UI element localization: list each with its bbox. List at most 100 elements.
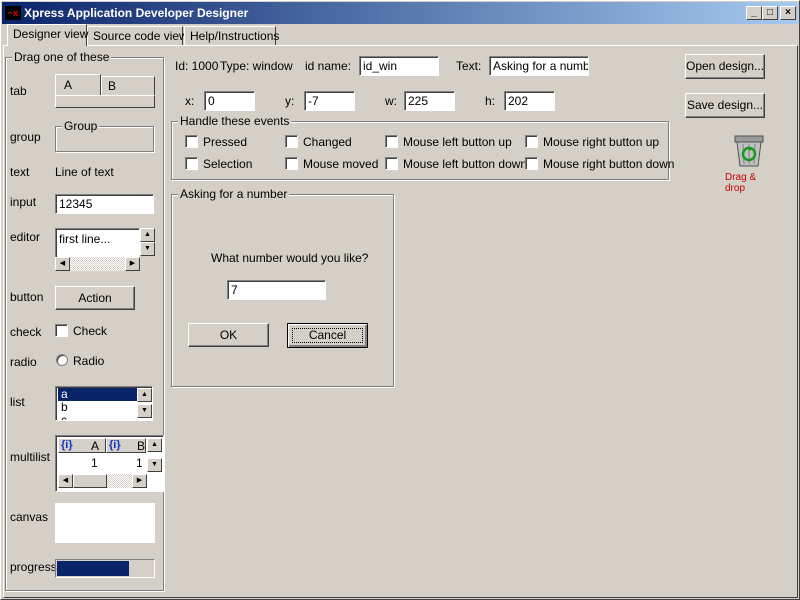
event-pressed-checkbox[interactable] [185,135,198,148]
multilist-header-b[interactable]: {i} B [106,438,146,453]
tab-help-instructions[interactable]: Help/Instructions [184,26,279,45]
x-field[interactable]: 0 [204,91,255,111]
preview-cancel-button[interactable]: Cancel [287,323,368,348]
list-item[interactable]: b [58,401,138,414]
palette-editor-label: editor [10,230,41,244]
w-field[interactable]: 225 [404,91,455,111]
minimize-button[interactable]: _ [746,6,762,20]
palette-radio[interactable] [56,354,68,366]
palette-tab-b[interactable]: B [101,76,155,96]
id-name-field[interactable]: id_win [359,56,439,76]
palette-group-caption: Group [62,119,100,133]
drag-drop-label: Drag & drop [725,172,757,194]
palette-input-label: input [10,195,37,209]
events-group: Handle these events [171,114,669,180]
preview-ok-button[interactable]: OK [188,323,269,347]
prop-h-label: h: [485,94,496,108]
multilist-col-b: B [137,439,146,453]
palette-checkbox[interactable] [55,324,68,337]
multilist-hscroll-track[interactable] [73,474,132,488]
event-mouse-right-up-label: Mouse right button up [543,135,660,149]
maximize-button[interactable]: □ [762,6,778,20]
palette-checkbox-caption: Check [73,324,108,338]
multilist-hscroll-thumb[interactable] [73,474,107,488]
app-window: ~x Xpress Application Developer Designer… [0,0,800,600]
palette-group-label: group [10,130,41,144]
list-item[interactable]: a [58,388,138,401]
event-mouse-moved-label: Mouse moved [303,157,379,171]
palette-list-widget[interactable]: a b c ▲ ▼ [55,386,153,421]
prop-id: Id: 1000 [175,59,219,73]
multilist-col-a: A [91,439,100,453]
palette-multilist-label: multilist [10,450,51,464]
palette-progress-widget[interactable] [55,559,155,578]
scroll-down-icon[interactable]: ▼ [140,242,155,256]
palette-text-widget[interactable]: Line of text [55,165,114,179]
multilist-header-a[interactable]: {i} A [58,438,106,453]
prop-w-label: w: [385,94,397,108]
palette-tab-a[interactable]: A [55,74,101,96]
palette-editor-text[interactable]: first line... [55,228,140,258]
preview-number-input[interactable]: 7 [227,280,326,300]
preview-legend: Asking for a number [178,187,290,201]
event-mouse-right-up-checkbox[interactable] [525,135,538,148]
multilist-cell: 1 [136,456,143,470]
app-icon[interactable]: ~x [5,6,21,20]
palette-legend: Drag one of these [12,50,112,64]
list-item[interactable]: c [58,414,138,421]
prop-type: Type: window [220,59,293,73]
scroll-down-icon[interactable]: ▼ [147,458,162,472]
scroll-right-icon[interactable]: ▶ [125,257,140,271]
event-mouse-right-down-checkbox[interactable] [525,157,538,170]
prop-id-name-label: id name: [305,59,352,73]
palette-tab-label: tab [10,84,27,98]
scroll-left-icon[interactable]: ◀ [58,474,73,488]
tab-source-code-view[interactable]: Source code view [87,26,188,45]
y-field[interactable]: -7 [304,91,355,111]
palette-canvas-widget[interactable] [55,503,155,543]
events-legend: Handle these events [178,114,292,128]
open-design-button[interactable]: Open design... [685,54,765,79]
prop-x-label: x: [185,94,195,108]
event-selection-label: Selection [203,157,253,171]
palette-group-widget[interactable]: Group [55,119,154,152]
scroll-down-icon[interactable]: ▼ [137,404,152,418]
palette-multilist-widget[interactable]: {i} A {i} B 1 1 ▲ ▼ ◀ ▶ [55,435,164,492]
title-bar[interactable]: ~x Xpress Application Developer Designer… [2,2,798,24]
event-pressed-label: Pressed [203,135,248,149]
info-icon: {i} [61,439,73,451]
event-selection-checkbox[interactable] [185,157,198,170]
event-mouse-left-up-checkbox[interactable] [385,135,398,148]
event-mouse-moved-checkbox[interactable] [285,157,298,170]
palette-radio-label: radio [10,355,37,369]
palette-input-widget[interactable]: 12345 [55,194,154,214]
preview-prompt: What number would you like? [211,251,369,265]
drag-drop-target[interactable]: Drag & drop [723,132,773,194]
palette-button-label: button [10,290,44,304]
text-field[interactable]: Asking for a number [489,56,589,76]
palette-action-button[interactable]: Action [55,286,135,310]
window-title: Xpress Application Developer Designer [24,6,249,20]
tab-designer-view[interactable]: Designer view [7,24,88,46]
recycle-bin-icon [734,135,764,167]
close-button[interactable]: × [780,6,796,20]
scroll-left-icon[interactable]: ◀ [55,257,70,271]
scroll-up-icon[interactable]: ▲ [147,438,162,452]
editor-hscroll-track[interactable] [70,257,125,271]
palette-tab-widget[interactable]: A B [55,74,155,108]
h-field[interactable]: 202 [504,91,555,111]
event-mouse-left-down-checkbox[interactable] [385,157,398,170]
event-mouse-left-down-label: Mouse left button down [403,157,528,171]
palette-canvas-label: canvas [10,510,49,524]
event-changed-checkbox[interactable] [285,135,298,148]
scroll-right-icon[interactable]: ▶ [132,474,147,488]
palette-text-label: text [10,165,30,179]
save-design-button[interactable]: Save design... [685,93,765,118]
scroll-up-icon[interactable]: ▲ [137,388,152,402]
palette-editor-widget[interactable]: first line... ▲ ▼ ◀ ▶ [55,228,155,272]
info-icon: {i} [109,439,121,451]
palette-radio-caption: Radio [73,354,105,368]
scroll-up-icon[interactable]: ▲ [140,228,155,242]
palette-check-label: check [10,325,42,339]
prop-text-label: Text: [456,59,482,73]
